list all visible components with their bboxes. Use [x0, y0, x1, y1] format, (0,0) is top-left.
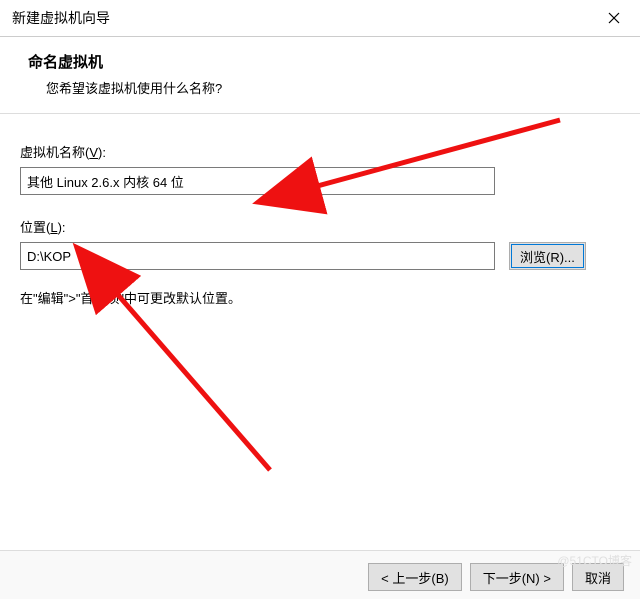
page-subtitle: 您希望该虚拟机使用什么名称? — [46, 78, 620, 97]
default-location-hint: 在"编辑">"首选项"中可更改默认位置。 — [20, 288, 620, 307]
window-title: 新建虚拟机向导 — [12, 8, 110, 28]
close-icon[interactable] — [596, 6, 632, 30]
vm-name-label: 虚拟机名称(V): — [20, 142, 620, 161]
wizard-footer: < 上一步(B) 下一步(N) > 取消 — [0, 550, 640, 599]
browse-button[interactable]: 浏览(R)... — [509, 242, 586, 270]
location-row: 浏览(R)... — [20, 242, 620, 270]
back-button[interactable]: < 上一步(B) — [368, 563, 462, 591]
next-button[interactable]: 下一步(N) > — [470, 563, 564, 591]
wizard-header: 命名虚拟机 您希望该虚拟机使用什么名称? — [0, 37, 640, 114]
wizard-body: 虚拟机名称(V): 位置(L): 浏览(R)... 在"编辑">"首选项"中可更… — [0, 114, 640, 317]
location-input[interactable] — [20, 242, 495, 270]
cancel-button[interactable]: 取消 — [572, 563, 624, 591]
location-label: 位置(L): — [20, 217, 620, 236]
page-title: 命名虚拟机 — [28, 51, 620, 72]
vm-name-input[interactable] — [20, 167, 495, 195]
titlebar: 新建虚拟机向导 — [0, 0, 640, 37]
